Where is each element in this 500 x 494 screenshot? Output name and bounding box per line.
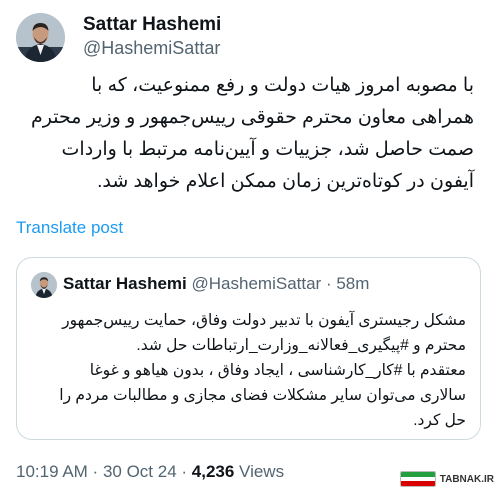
quoted-line: معتقدم با #کار_کارشناسی ، ایجاد وفاق ، ب…	[89, 362, 466, 379]
tabnak-watermark: TABNAK.IR	[399, 470, 494, 488]
quoted-author-avatar	[31, 272, 57, 298]
tweet-text: با مصوبه امروز هیات دولت و رفع ممنوعیت، …	[12, 70, 474, 198]
quoted-line: مشکل رجیستری آیفون با تدبیر دولت وفاق، ح…	[62, 312, 466, 329]
translate-post-link[interactable]: Translate post	[16, 218, 123, 238]
quoted-text: مشکل رجیستری آیفون با تدبیر دولت وفاق، ح…	[27, 308, 466, 433]
quoted-author-handle: @HashemiSattar	[191, 274, 322, 293]
tweet-line: با مصوبه امروز هیات دولت و رفع ممنوعیت، …	[91, 75, 474, 96]
tweet-line: آیفون در کوتاه‌ترین زمان ممکن اعلام خواه…	[97, 171, 474, 192]
post-date[interactable]: 30 Oct 24	[103, 462, 177, 481]
quoted-author-name: Sattar Hashemi	[63, 274, 187, 293]
author-avatar[interactable]	[16, 13, 65, 62]
quoted-header: Sattar Hashemi @HashemiSattar · 58m	[63, 274, 369, 294]
watermark-text: TABNAK.IR	[439, 473, 494, 485]
author-handle[interactable]: @HashemiSattar	[83, 38, 220, 59]
meta-separator: ·	[87, 462, 103, 481]
quoted-line: محترم و #پیگیری_فعالانه_وزارت_ارتباطات ح…	[136, 337, 466, 354]
tweet-line: همراهی معاون محترم حقوقی رییس‌جمهور و وز…	[31, 107, 474, 128]
quoted-time: 58m	[336, 274, 370, 293]
quoted-tweet-card[interactable]: Sattar Hashemi @HashemiSattar · 58m مشکل…	[16, 257, 481, 440]
author-name[interactable]: Sattar Hashemi	[83, 14, 221, 36]
quoted-separator: ·	[321, 274, 337, 293]
meta-separator: ·	[176, 462, 192, 481]
iran-flag-icon	[399, 471, 436, 487]
post-time[interactable]: 10:19 AM	[16, 462, 88, 481]
views-label: Views	[239, 462, 285, 481]
post-metadata: 10:19 AM · 30 Oct 24 · 4,236 Views	[16, 462, 284, 482]
quoted-line: حل کرد.	[413, 412, 466, 429]
tweet-line: صمت حاصل شد، جزییات و آیین‌نامه مرتبط با…	[61, 139, 474, 160]
quoted-line: سالاری می‌توان سایر مشکلات فضای مجازی و …	[59, 387, 466, 404]
views-count: 4,236	[191, 462, 235, 481]
